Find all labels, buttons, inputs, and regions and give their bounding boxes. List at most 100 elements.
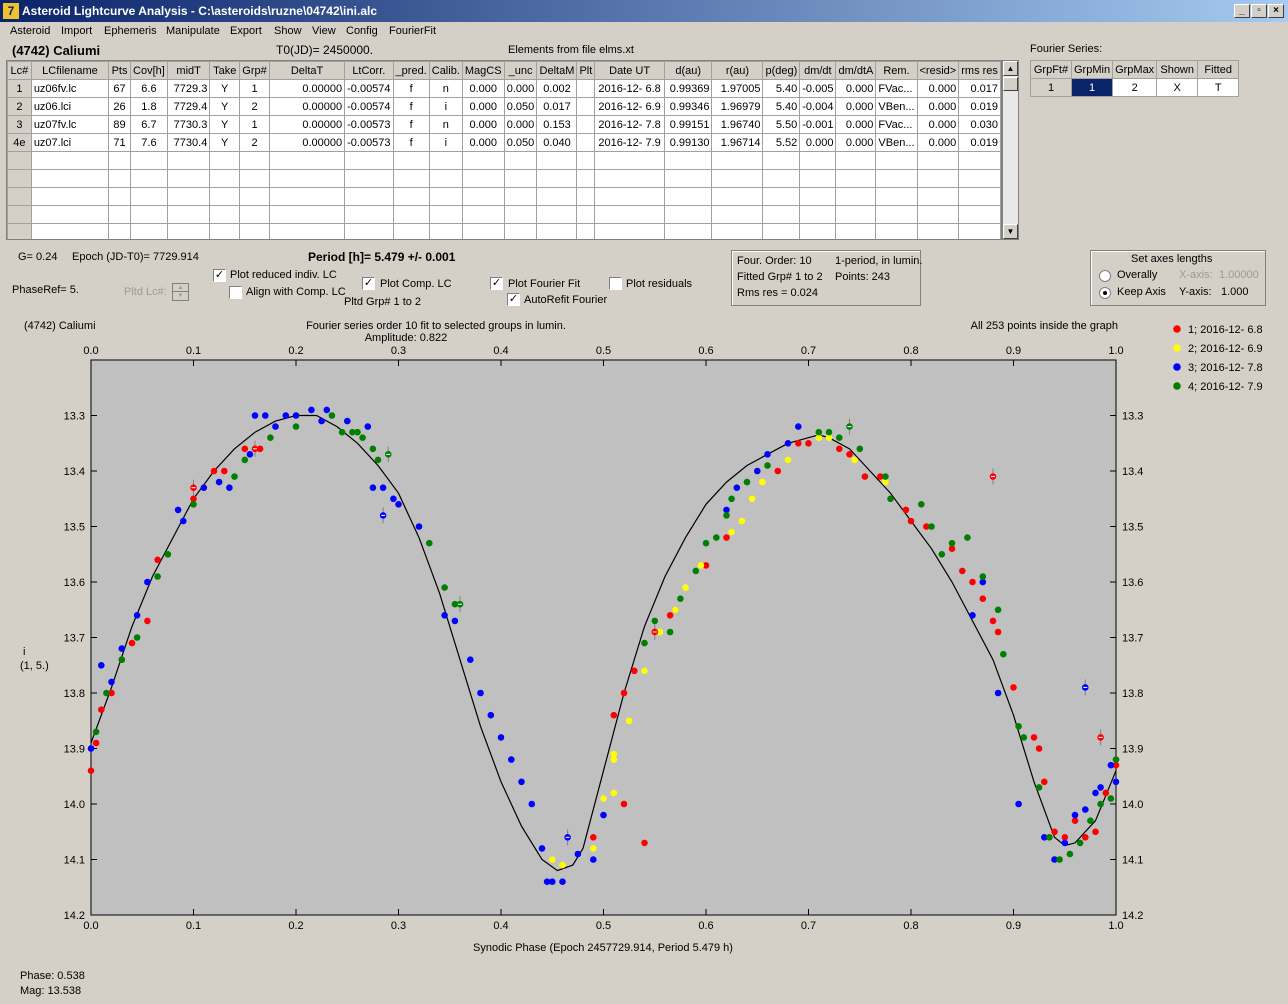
table-cell[interactable]: f <box>392 97 430 116</box>
table-cell[interactable] <box>392 205 430 224</box>
column-header[interactable]: Plt <box>576 61 596 80</box>
table-row[interactable]: 4e uz07.lci 71 7.6 7730.4 Y 2 0.00000 -0.00573 f i… <box>7 133 1001 152</box>
table-cell[interactable]: 0.017 <box>536 97 578 116</box>
column-header[interactable]: dm/dtA <box>835 61 877 80</box>
column-header[interactable]: Cov[h] <box>129 61 168 80</box>
table-cell[interactable]: 0.000 <box>461 97 505 116</box>
column-header[interactable]: Lc# <box>7 61 32 80</box>
table-cell[interactable] <box>108 151 131 170</box>
table-cell[interactable] <box>209 223 241 239</box>
table-cell[interactable]: 0.99346 <box>663 97 713 116</box>
table-cell[interactable] <box>428 223 463 239</box>
table-cell[interactable] <box>108 223 131 239</box>
table-cell[interactable] <box>30 169 110 188</box>
table-cell[interactable]: 7729.4 <box>166 97 211 116</box>
y-axis-value[interactable]: 1.000 <box>1221 286 1249 298</box>
table-cell[interactable] <box>503 151 538 170</box>
row-header[interactable] <box>7 151 32 170</box>
table-cell[interactable] <box>268 205 346 224</box>
row-header[interactable]: 1 <box>7 79 32 98</box>
table-cell[interactable]: 0.000 <box>835 79 877 98</box>
table-cell[interactable] <box>916 205 960 224</box>
table-cell[interactable]: 0.99151 <box>663 115 713 134</box>
table-cell[interactable] <box>958 205 1001 224</box>
menu-view[interactable]: View <box>312 25 336 37</box>
table-cell[interactable]: uz07.lci <box>30 133 110 152</box>
table-cell[interactable]: 0.050 <box>503 133 538 152</box>
column-header[interactable]: _pred. <box>392 61 430 80</box>
table-cell[interactable] <box>799 187 837 206</box>
table-cell[interactable] <box>129 223 168 239</box>
table-cell[interactable] <box>344 169 394 188</box>
table-row[interactable]: 2 uz06.lci 26 1.8 7729.4 Y 2 0.00000 -0.00574 f i 0… <box>7 97 1001 116</box>
align-checkbox[interactable] <box>229 286 242 299</box>
table-cell[interactable] <box>239 187 270 206</box>
table-cell[interactable]: 7730.3 <box>166 115 211 134</box>
table-cell[interactable] <box>392 187 430 206</box>
table-cell[interactable] <box>503 223 538 239</box>
table-cell[interactable] <box>762 151 801 170</box>
table-cell[interactable]: 0.000 <box>835 133 877 152</box>
table-cell[interactable] <box>209 151 241 170</box>
table-cell[interactable]: 1.96979 <box>711 97 764 116</box>
table-cell[interactable]: 5.40 <box>762 79 801 98</box>
table-cell[interactable] <box>762 205 801 224</box>
scroll-up-icon[interactable]: ▲ <box>1003 61 1018 76</box>
spin-down-icon[interactable]: ▼ <box>173 292 188 300</box>
table-cell[interactable] <box>762 187 801 206</box>
lightcurve-plot[interactable]: (4742) Caliumi Fourier series order 10 f… <box>18 315 1270 962</box>
table-cell[interactable]: 0.99130 <box>663 133 713 152</box>
table-cell[interactable] <box>392 169 430 188</box>
table-cell[interactable]: n <box>428 79 463 98</box>
table-cell[interactable] <box>461 187 505 206</box>
column-header[interactable]: p(deg) <box>762 61 801 80</box>
spin-up-icon[interactable]: ▲ <box>173 284 188 292</box>
table-cell[interactable]: 0.000 <box>503 115 538 134</box>
table-cell[interactable] <box>594 169 665 188</box>
table-cell[interactable] <box>594 223 665 239</box>
row-header[interactable]: 4e <box>7 133 32 152</box>
table-cell[interactable]: 0.00000 <box>268 115 346 134</box>
table-cell[interactable]: 1.96740 <box>711 115 764 134</box>
table-cell[interactable]: 1 <box>239 115 270 134</box>
table-cell[interactable] <box>428 169 463 188</box>
table-cell[interactable] <box>392 151 430 170</box>
table-cell[interactable] <box>536 187 578 206</box>
table-cell[interactable] <box>835 169 877 188</box>
table-cell[interactable] <box>663 187 713 206</box>
table-cell[interactable]: FVac... <box>875 79 918 98</box>
menu-manipulate[interactable]: Manipulate <box>166 25 220 37</box>
autorefit-checkbox[interactable]: ✓ <box>507 293 520 306</box>
row-header[interactable] <box>7 223 32 239</box>
empty-table-row[interactable] <box>7 223 1001 239</box>
table-cell[interactable]: Y <box>209 133 241 152</box>
column-header[interactable]: Calib. <box>428 61 463 80</box>
table-cell[interactable]: 0.00000 <box>268 97 346 116</box>
column-header[interactable]: LtCorr. <box>344 61 394 80</box>
menu-show[interactable]: Show <box>274 25 302 37</box>
table-cell[interactable] <box>762 169 801 188</box>
table-cell[interactable] <box>958 223 1001 239</box>
empty-table-row[interactable] <box>7 151 1001 170</box>
table-cell[interactable]: 2016-12- 6.8 <box>594 79 665 98</box>
table-cell[interactable] <box>129 187 168 206</box>
table-cell[interactable] <box>875 151 918 170</box>
table-cell[interactable]: -0.00573 <box>344 133 394 152</box>
table-cell[interactable]: 0.99369 <box>663 79 713 98</box>
table-cell[interactable] <box>503 187 538 206</box>
table-cell[interactable]: -0.001 <box>799 115 837 134</box>
table-cell[interactable] <box>268 223 346 239</box>
table-cell[interactable]: 0.00000 <box>268 79 346 98</box>
menu-asteroid[interactable]: Asteroid <box>10 25 50 37</box>
table-cell[interactable] <box>576 97 596 116</box>
maximize-button[interactable]: ▫ <box>1251 4 1267 18</box>
table-cell[interactable] <box>209 205 241 224</box>
table-cell[interactable] <box>536 169 578 188</box>
table-cell[interactable] <box>594 205 665 224</box>
table-cell[interactable]: 0.00000 <box>268 133 346 152</box>
row-header[interactable] <box>7 205 32 224</box>
column-header[interactable]: d(au) <box>663 61 713 80</box>
x-axis-value[interactable]: 1.00000 <box>1219 269 1259 281</box>
table-cell[interactable] <box>916 187 960 206</box>
column-header[interactable]: rms res <box>958 61 1001 80</box>
